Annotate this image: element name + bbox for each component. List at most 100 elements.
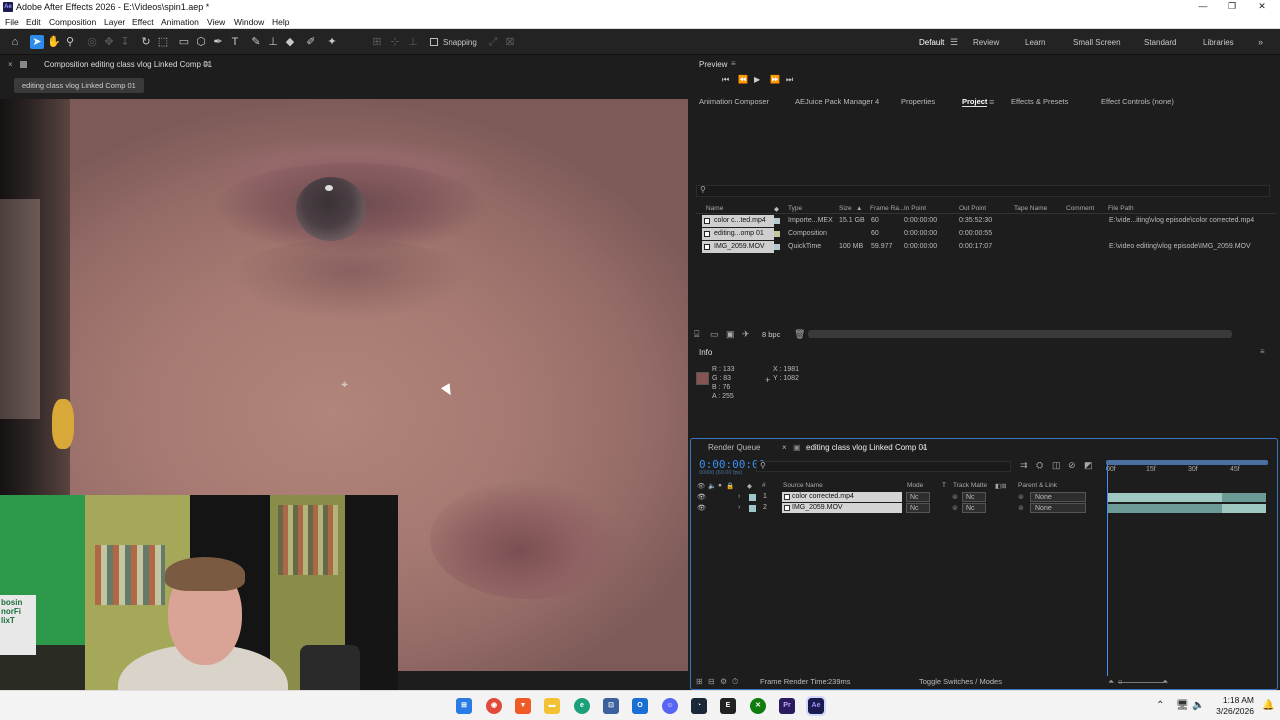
snapping-checkbox[interactable] xyxy=(430,38,438,46)
restore-icon[interactable]: ❐ xyxy=(1222,1,1242,13)
tab-timeline-comp[interactable]: editing class vlog Linked Comp 01 xyxy=(806,443,927,452)
brave-icon[interactable]: ▼ xyxy=(515,698,531,714)
composition-mini-flowchart-icon[interactable]: ⇉ xyxy=(1020,460,1028,471)
composition-breadcrumb[interactable]: editing class vlog Linked Comp 01 xyxy=(14,78,144,93)
anchor-point-icon[interactable]: ⌖ xyxy=(338,378,351,391)
pan-behind-tool-icon[interactable]: ⬚ xyxy=(156,35,170,49)
network-icon[interactable]: 🖥 xyxy=(1176,700,1189,711)
workspace-menu-icon[interactable]: ☰ xyxy=(950,37,958,48)
layer-duration-bar-end[interactable] xyxy=(1222,493,1266,502)
layer-duration-bar-end[interactable] xyxy=(1222,504,1266,513)
layer-switches-icon[interactable]: ⊞ xyxy=(696,677,703,686)
bit-depth-button[interactable]: 8 bpc xyxy=(762,330,780,339)
project-search-input[interactable]: ⚲ xyxy=(696,185,1270,197)
workspace-libraries[interactable]: Libraries xyxy=(1203,38,1234,47)
notifications-icon[interactable]: 🔔 xyxy=(1262,700,1274,711)
label-swatch[interactable] xyxy=(774,244,780,250)
playhead[interactable] xyxy=(1107,464,1108,676)
pan-camera-icon[interactable]: ✥ xyxy=(102,35,116,49)
tab-effect-controls[interactable]: Effect Controls (none) xyxy=(1101,97,1174,106)
menu-edit[interactable]: Edit xyxy=(26,17,41,27)
discord-icon[interactable]: ☺ xyxy=(662,698,678,714)
taskbar-clock[interactable]: 1:18 AM 3/26/2026 xyxy=(1210,695,1254,717)
col-tape-name[interactable]: Tape Name xyxy=(1014,205,1047,212)
label-swatch[interactable] xyxy=(774,231,780,237)
chrome-icon[interactable]: ◉ xyxy=(486,698,502,714)
tab-effects-presets[interactable]: Effects & Presets xyxy=(1011,97,1068,106)
expand-chevron-icon[interactable]: › xyxy=(738,493,740,500)
project-item-row[interactable]: editing...omp 01 Composition 60 0:00:00:… xyxy=(696,228,1270,240)
track-matte-dropdown[interactable]: Nc xyxy=(962,492,986,502)
windows-start-icon[interactable]: ⊞ xyxy=(456,698,472,714)
col-out-point[interactable]: Out Point xyxy=(959,205,986,212)
in-out-icon[interactable]: ⚙ xyxy=(720,677,727,686)
first-frame-icon[interactable]: ⏮ xyxy=(722,75,729,85)
menu-window[interactable]: Window xyxy=(234,17,264,27)
orbit-camera-icon[interactable]: ◎ xyxy=(85,35,99,49)
composition-panel-title[interactable]: Composition editing class vlog Linked Co… xyxy=(44,60,212,69)
col-type[interactable]: Type xyxy=(788,205,802,212)
label-swatch[interactable] xyxy=(774,218,780,224)
col-in-point[interactable]: In Point xyxy=(904,205,926,212)
delete-icon[interactable]: 🗑 xyxy=(794,329,805,340)
col-name[interactable]: Name xyxy=(706,205,723,212)
zoom-tool-icon[interactable]: ⚲ xyxy=(63,35,77,49)
eraser-tool-icon[interactable]: ◆ xyxy=(283,35,297,49)
toggle-switches-modes[interactable]: Toggle Switches / Modes xyxy=(919,677,1002,686)
minimize-icon[interactable]: — xyxy=(1193,1,1213,13)
col-size[interactable]: Size xyxy=(839,205,852,212)
col-frame-rate[interactable]: Frame Ra... xyxy=(870,205,904,212)
tab-properties[interactable]: Properties xyxy=(901,97,935,106)
shy-layers-icon[interactable]: ◫ xyxy=(1052,460,1061,471)
play-icon[interactable]: ▶ xyxy=(754,75,760,84)
new-folder-icon[interactable]: ▭ xyxy=(710,329,719,340)
edge-icon[interactable]: e xyxy=(574,698,590,714)
workspace-review[interactable]: Review xyxy=(973,38,999,47)
menu-effect[interactable]: Effect xyxy=(132,17,154,27)
parent-pickwhip-icon[interactable]: ⊚ xyxy=(1018,504,1024,512)
interpret-footage-icon[interactable]: ⌸ xyxy=(694,329,699,340)
snap-options-icon[interactable]: ⤢ xyxy=(486,35,500,49)
outlook-icon[interactable]: O xyxy=(632,698,648,714)
timeline-search-input[interactable]: ⚲ xyxy=(756,461,1011,472)
project-menu-icon[interactable]: ≡ xyxy=(989,97,994,107)
layer-duration-bar[interactable] xyxy=(1108,504,1222,513)
close-panel-icon[interactable]: × xyxy=(8,60,13,69)
matte-link-icon[interactable]: ⊚ xyxy=(952,493,958,501)
col-comment[interactable]: Comment xyxy=(1066,205,1094,212)
home-icon[interactable]: ⌂ xyxy=(8,35,22,49)
parent-dropdown[interactable]: None xyxy=(1030,503,1086,513)
selection-tool-icon[interactable]: ➤ xyxy=(30,35,44,49)
type-tool-icon[interactable]: T xyxy=(228,35,242,49)
project-item-row[interactable]: color c...ted.mp4 Importe...MEX 15.1 GB … xyxy=(696,215,1270,227)
zoom-slider-handle[interactable]: ○ xyxy=(1118,677,1123,686)
timeline-layer-row[interactable]: 👁 › 2 IMG_2059.MOV Nc Nc ⊚ ⊚ None xyxy=(692,503,1102,514)
next-frame-icon[interactable]: ⏩ xyxy=(770,75,780,84)
new-composition-icon[interactable]: ▣ xyxy=(726,329,735,340)
info-title[interactable]: Info xyxy=(699,348,712,357)
layer-label-swatch[interactable] xyxy=(749,505,756,512)
draft-3d-icon[interactable]: ⛭ xyxy=(1036,460,1043,471)
volume-icon[interactable]: 🔈 xyxy=(1192,700,1204,711)
col-source-name[interactable]: Source Name xyxy=(783,482,823,489)
layer-label-swatch[interactable] xyxy=(749,494,756,501)
workspace-default[interactable]: Default xyxy=(919,38,944,47)
preview-menu-icon[interactable]: ≡ xyxy=(731,59,736,68)
workspace-learn[interactable]: Learn xyxy=(1025,38,1045,47)
roto-brush-icon[interactable]: ✐ xyxy=(304,35,318,49)
steam-icon[interactable]: ◔ xyxy=(691,698,707,714)
time-ruler[interactable]: 00f 15f 30f 45f xyxy=(1104,460,1270,478)
timeline-menu-icon[interactable]: ≡ xyxy=(922,443,927,452)
work-area-bar[interactable] xyxy=(1106,460,1268,465)
workspace-overflow-icon[interactable]: » xyxy=(1258,37,1263,47)
3d-shape-icon[interactable]: ⬡ xyxy=(194,35,208,49)
matte-link-icon[interactable]: ⊚ xyxy=(952,504,958,512)
pen-tool-icon[interactable]: ✒ xyxy=(211,35,225,49)
premiere-pro-icon[interactable]: Pr xyxy=(779,698,795,714)
menu-layer[interactable]: Layer xyxy=(104,17,125,27)
close-icon[interactable]: ✕ xyxy=(1252,1,1272,13)
xbox-icon[interactable]: ✕ xyxy=(750,698,766,714)
panel-menu-icon[interactable]: ≡ xyxy=(204,59,209,69)
file-explorer-icon[interactable]: ▬ xyxy=(544,698,560,714)
world-axis-icon[interactable]: ⊥ xyxy=(406,35,420,49)
